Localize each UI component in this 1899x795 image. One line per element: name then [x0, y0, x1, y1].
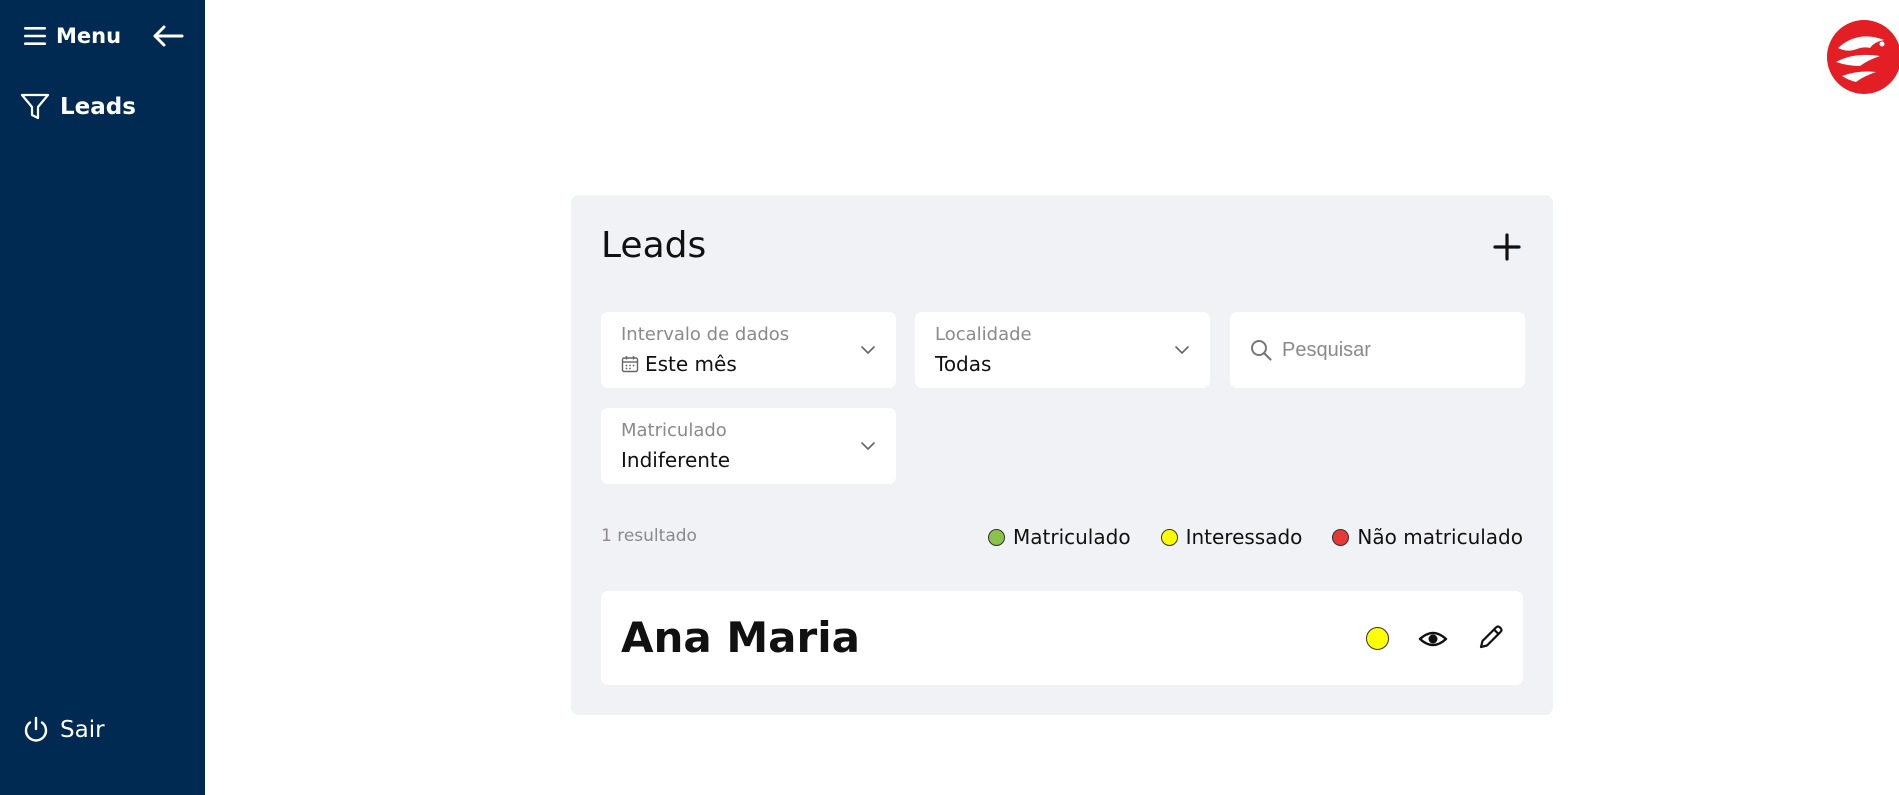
sidebar-item-leads[interactable]: Leads — [20, 90, 136, 124]
green-dot-icon — [988, 528, 1005, 546]
legend-item-nao-matriculado: Não matriculado — [1332, 525, 1523, 549]
location-label: Localidade — [935, 324, 1032, 345]
red-dot-icon — [1332, 528, 1350, 546]
page-title: Leads — [601, 225, 707, 266]
status-legend: Matriculado Interessado Não matriculado — [958, 525, 1523, 549]
plus-icon — [1493, 233, 1521, 261]
chevron-down-icon — [1175, 346, 1189, 355]
eye-icon[interactable] — [1418, 624, 1448, 654]
power-icon — [24, 716, 48, 742]
yellow-dot-icon — [1160, 528, 1178, 546]
calendar-icon — [621, 356, 639, 373]
arrow-left-icon — [153, 25, 184, 47]
eagle-logo-icon — [1827, 20, 1899, 94]
date-range-select[interactable]: Intervalo de dados Este mês — [601, 312, 896, 388]
legend-label: Matriculado — [1013, 525, 1131, 549]
menu-label: Menu — [56, 24, 122, 48]
logout-label: Sair — [60, 717, 105, 743]
legend-label: Não matriculado — [1357, 525, 1523, 549]
chevron-down-icon — [861, 346, 875, 355]
date-range-label: Intervalo de dados — [621, 324, 790, 345]
enrolled-value: Indiferente — [621, 448, 731, 472]
search-input[interactable] — [1282, 338, 1512, 362]
pencil-icon[interactable] — [1476, 622, 1506, 652]
search-field[interactable] — [1230, 312, 1525, 388]
leads-panel: Leads Intervalo de dados Este mês Locali… — [571, 195, 1553, 715]
hamburger-icon — [24, 27, 46, 45]
search-icon — [1251, 340, 1272, 361]
sidebar: Menu Leads Sair — [0, 0, 205, 795]
date-range-value-wrap: Este mês — [621, 352, 737, 376]
result-count: 1 resultado — [601, 526, 697, 546]
legend-item-matriculado: Matriculado — [988, 525, 1131, 549]
brand-logo — [1824, 18, 1899, 96]
collapse-sidebar-button[interactable] — [150, 22, 186, 50]
sidebar-item-label: Leads — [60, 94, 136, 120]
menu-toggle[interactable]: Menu — [24, 22, 121, 50]
chevron-down-icon — [861, 442, 875, 451]
location-value: Todas — [935, 352, 992, 376]
list-item: Ana Maria — [601, 591, 1523, 685]
lead-name: Ana Maria — [621, 613, 860, 662]
date-range-value: Este mês — [645, 352, 737, 376]
logout-button[interactable]: Sair — [22, 713, 105, 747]
legend-item-interessado: Interessado — [1160, 525, 1303, 549]
enrolled-label: Matriculado — [621, 420, 727, 441]
filter-icon — [20, 93, 50, 120]
legend-label: Interessado — [1185, 525, 1303, 549]
add-lead-button[interactable] — [1489, 229, 1525, 265]
location-select[interactable]: Localidade Todas — [915, 312, 1210, 388]
enrolled-select[interactable]: Matriculado Indiferente — [601, 408, 896, 484]
status-dot-icon — [1366, 627, 1389, 650]
